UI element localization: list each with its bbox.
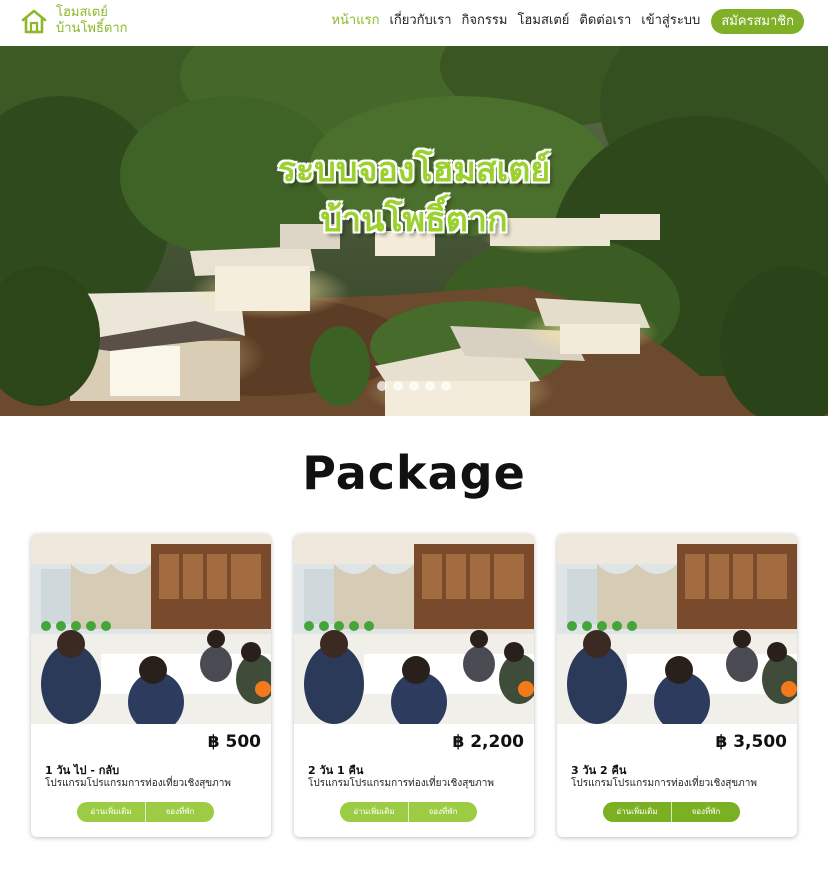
- book-button[interactable]: จองที่พัก: [672, 802, 740, 822]
- package-description: โปรแกรมโปรแกรมการท่องเที่ยวเชิงสุขภาพ: [571, 778, 757, 789]
- package-actions: อ่านเพิ่มเติม จองที่พัก: [340, 802, 477, 822]
- signup-button[interactable]: สมัครสมาชิก: [711, 8, 804, 34]
- package-card[interactable]: ฿ 2,200 2 วัน 1 คืน โปรแกรมโปรแกรมการท่องเ…: [294, 534, 534, 837]
- book-button[interactable]: จองที่พัก: [409, 802, 477, 822]
- navbar: โฮมสเตย์ บ้านโพธิ์ตาก หน้าแรก เกี่ยวกับเ…: [0, 0, 828, 46]
- package-description: โปรแกรมโปรแกรมการท่องเที่ยวเชิงสุขภาพ: [45, 778, 231, 789]
- read-more-button[interactable]: อ่านเพิ่มเติม: [77, 802, 146, 822]
- read-more-button[interactable]: อ่านเพิ่มเติม: [603, 802, 672, 822]
- nav-link-home[interactable]: หน้าแรก: [331, 8, 379, 34]
- package-price: ฿ 3,500: [715, 732, 787, 752]
- nav-link-activities[interactable]: กิจกรรม: [462, 8, 508, 34]
- package-photo: [294, 534, 534, 724]
- carousel-dot-4[interactable]: [425, 381, 435, 391]
- main-nav: หน้าแรก เกี่ยวกับเรา กิจกรรม โฮมสเตย์ ติ…: [321, 8, 804, 34]
- hero-carousel[interactable]: ระบบจองโฮมสเตย์ บ้านโพธิ์ตาก: [0, 46, 828, 416]
- brand-name: โฮมสเตย์ บ้านโพธิ์ตาก: [56, 5, 128, 37]
- package-actions: อ่านเพิ่มเติม จองที่พัก: [77, 802, 214, 822]
- package-card[interactable]: ฿ 3,500 3 วัน 2 คืน โปรแกรมโปรแกรมการท่องเ…: [557, 534, 797, 837]
- brand-name-line2: บ้านโพธิ์ตาก: [56, 21, 128, 36]
- carousel-dot-2[interactable]: [393, 381, 403, 391]
- hero-title-line1: ระบบจองโฮมสเตย์: [277, 150, 551, 190]
- section-title: Package: [302, 446, 526, 500]
- nav-link-about[interactable]: เกี่ยวกับเรา: [389, 8, 451, 34]
- package-actions: อ่านเพิ่มเติม จองที่พัก: [603, 802, 740, 822]
- package-photo: [31, 534, 271, 724]
- carousel-dot-3[interactable]: [409, 381, 419, 391]
- nav-link-contact[interactable]: ติดต่อเรา: [579, 8, 631, 34]
- carousel-dot-1[interactable]: [377, 381, 387, 391]
- package-price: ฿ 500: [207, 732, 261, 752]
- book-button[interactable]: จองที่พัก: [146, 802, 214, 822]
- house-icon: [21, 9, 47, 34]
- package-photo: [557, 534, 797, 724]
- package-price: ฿ 2,200: [452, 732, 524, 752]
- package-card[interactable]: ฿ 500 1 วัน ไป - กลับ โปรแกรมโปรแกรมการท่อ…: [31, 534, 271, 837]
- carousel-indicators: [0, 381, 828, 391]
- nav-link-login[interactable]: เข้าสู่ระบบ: [641, 8, 700, 34]
- carousel-dot-5[interactable]: [441, 381, 451, 391]
- package-list: ฿ 500 1 วัน ไป - กลับ โปรแกรมโปรแกรมการท่อ…: [31, 534, 801, 837]
- nav-link-homestay[interactable]: โฮมสเตย์: [517, 8, 569, 34]
- hero-title-line2: บ้านโพธิ์ตาก: [320, 200, 508, 240]
- package-description: โปรแกรมโปรแกรมการท่องเที่ยวเชิงสุขภาพ: [308, 778, 494, 789]
- brand-logo[interactable]: โฮมสเตย์ บ้านโพธิ์ตาก: [20, 5, 128, 37]
- read-more-button[interactable]: อ่านเพิ่มเติม: [340, 802, 409, 822]
- tent-4: [520, 298, 660, 355]
- brand-name-line1: โฮมสเตย์: [56, 5, 108, 20]
